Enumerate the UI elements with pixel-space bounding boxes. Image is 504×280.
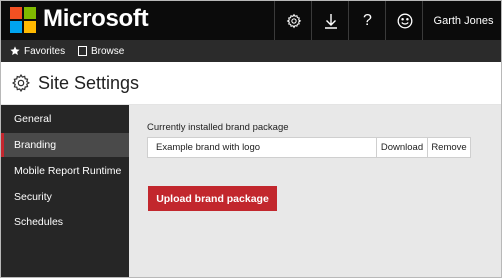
package-name: Example brand with logo [156,142,261,153]
help-button[interactable]: ? [348,1,386,40]
user-name: Garth Jones [433,14,494,27]
star-icon [10,46,20,56]
app-window: Microsoft ? Garth Jones Favorites Browse… [0,0,502,278]
sidebar-item-schedules[interactable]: Schedules [1,210,129,234]
sidebar-item-label: Security [14,191,52,203]
user-menu[interactable]: Garth Jones [422,1,501,40]
brand-name: Microsoft [43,5,149,32]
branding-panel: Currently installed brand package Exampl… [129,105,501,277]
feedback-button[interactable] [385,1,423,40]
sidebar-item-label: Mobile Report Runtime [14,165,122,177]
gear-icon [286,13,301,28]
browse-link[interactable]: Browse [78,40,124,62]
sidebar: General Branding Mobile Report Runtime S… [1,105,129,277]
page-header: Site Settings [1,62,501,105]
help-icon: ? [363,11,372,29]
sidebar-item-branding[interactable]: Branding [1,133,129,157]
sidebar-item-label: Branding [14,139,57,151]
settings-button[interactable] [274,1,312,40]
page-title: Site Settings [38,73,140,93]
remove-package-button[interactable]: Remove [427,138,470,157]
download-button[interactable] [311,1,349,40]
sidebar-item-general[interactable]: General [1,107,129,131]
favorites-link[interactable]: Favorites [10,40,65,62]
microsoft-logo-icon [10,7,36,33]
browse-label: Browse [91,45,125,57]
installed-package-label: Currently installed brand package [147,122,289,133]
download-package-button[interactable]: Download [376,138,427,157]
upload-brand-package-button[interactable]: Upload brand package [148,186,277,211]
sidebar-item-security[interactable]: Security [1,185,129,209]
sidebar-item-label: Schedules [14,216,64,228]
installed-package-row: Example brand with logo Download Remove [147,137,471,158]
favorites-bar: Favorites Browse [1,40,501,62]
download-icon [324,13,337,29]
sidebar-item-label: General [14,113,52,125]
top-bar: Microsoft ? Garth Jones [1,1,501,40]
smiley-icon [397,13,412,28]
favorites-label: Favorites [24,45,66,57]
document-icon [78,46,87,56]
gear-icon [11,73,30,93]
sidebar-item-mobile-report-runtime[interactable]: Mobile Report Runtime [1,159,129,183]
